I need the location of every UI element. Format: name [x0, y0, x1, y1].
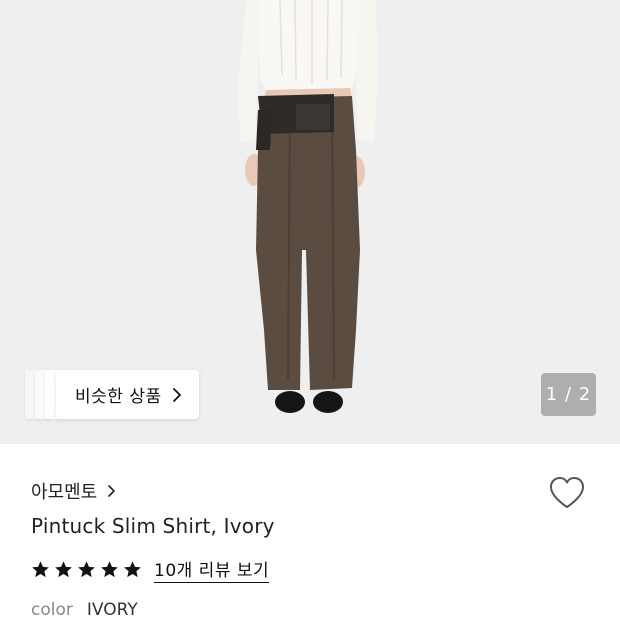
color-option-row: color IVORY: [31, 600, 138, 620]
rating-row: 10개 리뷰 보기: [31, 556, 270, 583]
star-filled-icon: [101, 561, 118, 578]
star-filled-icon: [32, 561, 49, 578]
image-pager-indicator: 1 / 2: [541, 373, 596, 416]
product-info: 아모멘토 Pintuck Slim Shirt, Ivory 10개 리뷰 보기…: [0, 444, 620, 620]
color-value: IVORY: [86, 600, 138, 620]
similar-products-button[interactable]: 비슷한 상품: [25, 370, 199, 419]
reviews-link[interactable]: 10개 리뷰 보기: [154, 556, 270, 583]
star-filled-icon: [78, 561, 95, 578]
chevron-right-icon: [108, 485, 116, 497]
star-filled-icon: [55, 561, 72, 578]
brand-name: 아모멘토: [31, 482, 98, 503]
star-filled-icon: [124, 561, 141, 578]
pager-text: 1 / 2: [545, 384, 592, 405]
chevron-right-icon: [172, 387, 181, 402]
brand-link[interactable]: 아모멘토: [31, 478, 116, 504]
star-rating: [31, 560, 146, 579]
product-name: Pintuck Slim Shirt, Ivory: [31, 514, 275, 538]
similar-products-label: 비슷한 상품: [75, 387, 162, 407]
heart-outline-icon[interactable]: [548, 475, 586, 511]
product-image-gallery[interactable]: 비슷한 상품 1 / 2: [0, 0, 620, 444]
similar-products-label-box[interactable]: 비슷한 상품: [56, 370, 199, 419]
color-label: color: [31, 600, 73, 620]
